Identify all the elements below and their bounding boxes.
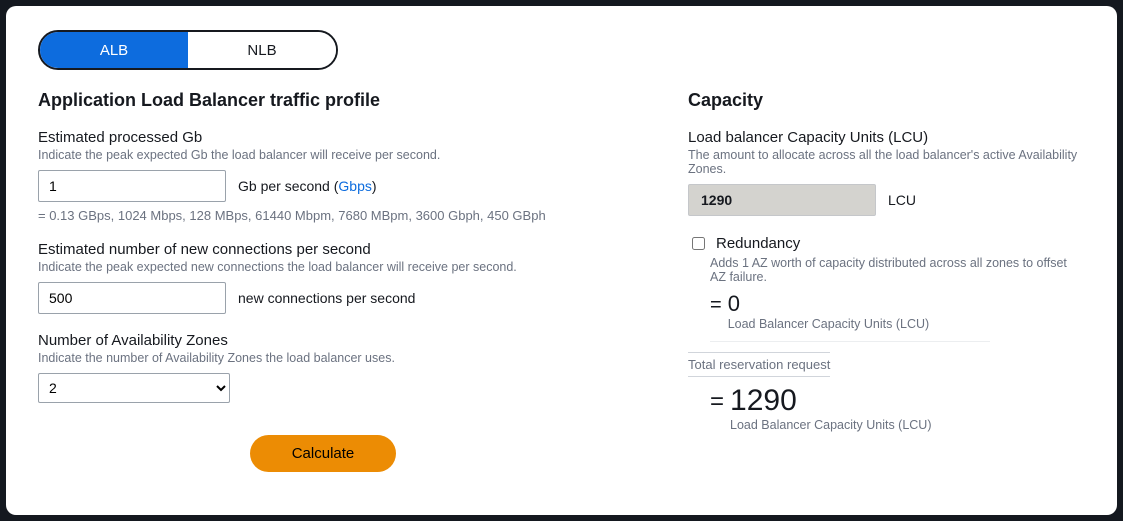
redundancy-value: 0 xyxy=(728,292,929,316)
total-request-label: Total reservation request xyxy=(688,352,830,377)
equals-icon: = xyxy=(710,292,722,318)
traffic-profile-title: Application Load Balancer traffic profil… xyxy=(38,90,608,111)
lcu-output xyxy=(688,184,876,216)
divider xyxy=(710,341,990,342)
redundancy-row: Redundancy xyxy=(688,234,1085,253)
az-hint: Indicate the number of Availability Zone… xyxy=(38,351,608,365)
redundancy-hint: Adds 1 AZ worth of capacity distributed … xyxy=(710,256,1085,284)
processed-gb-unit: Gb per second (Gbps) xyxy=(238,178,377,194)
new-connections-unit: new connections per second xyxy=(238,290,415,306)
new-connections-block: Estimated number of new connections per … xyxy=(38,241,608,314)
new-connections-input[interactable] xyxy=(38,282,226,314)
calculate-button[interactable]: Calculate xyxy=(250,435,397,472)
new-connections-hint: Indicate the peak expected new connectio… xyxy=(38,260,608,274)
az-label: Number of Availability Zones xyxy=(38,332,608,349)
tab-alb[interactable]: ALB xyxy=(40,32,188,68)
lcu-hint: The amount to allocate across all the lo… xyxy=(688,148,1085,176)
processed-gb-label: Estimated processed Gb xyxy=(38,129,608,146)
new-connections-label: Estimated number of new connections per … xyxy=(38,241,608,258)
capacity-title: Capacity xyxy=(688,90,1085,111)
gb-conversion-text: = 0.13 GBps, 1024 Mbps, 128 MBps, 61440 … xyxy=(38,208,608,223)
processed-gb-input[interactable] xyxy=(38,170,226,202)
gbps-link[interactable]: Gbps xyxy=(338,178,371,194)
lcu-label: Load balancer Capacity Units (LCU) xyxy=(688,129,1085,146)
lcu-unit: LCU xyxy=(888,192,916,208)
az-select[interactable]: 2 xyxy=(38,373,230,403)
gb-unit-prefix: Gb per second ( xyxy=(238,178,338,194)
az-block: Number of Availability Zones Indicate th… xyxy=(38,332,608,403)
processed-gb-hint: Indicate the peak expected Gb the load b… xyxy=(38,148,608,162)
traffic-profile-section: Application Load Balancer traffic profil… xyxy=(38,90,608,472)
capacity-section: Capacity Load balancer Capacity Units (L… xyxy=(688,90,1085,472)
redundancy-value-unit: Load Balancer Capacity Units (LCU) xyxy=(728,317,929,331)
redundancy-checkbox[interactable] xyxy=(692,237,705,250)
redundancy-value-row: = 0 Load Balancer Capacity Units (LCU) xyxy=(710,292,1085,331)
total-value-row: = 1290 Load Balancer Capacity Units (LCU… xyxy=(710,385,1085,432)
processed-gb-block: Estimated processed Gb Indicate the peak… xyxy=(38,129,608,223)
lb-type-tabs: ALB NLB xyxy=(38,30,338,70)
total-value: 1290 xyxy=(730,385,931,417)
tab-nlb[interactable]: NLB xyxy=(188,32,336,68)
redundancy-label: Redundancy xyxy=(716,235,800,252)
total-value-unit: Load Balancer Capacity Units (LCU) xyxy=(730,418,931,432)
gb-unit-suffix: ) xyxy=(372,178,377,194)
lcu-block: Load balancer Capacity Units (LCU) The a… xyxy=(688,129,1085,216)
calculator-card: ALB NLB Application Load Balancer traffi… xyxy=(6,6,1117,515)
equals-icon: = xyxy=(710,385,724,419)
